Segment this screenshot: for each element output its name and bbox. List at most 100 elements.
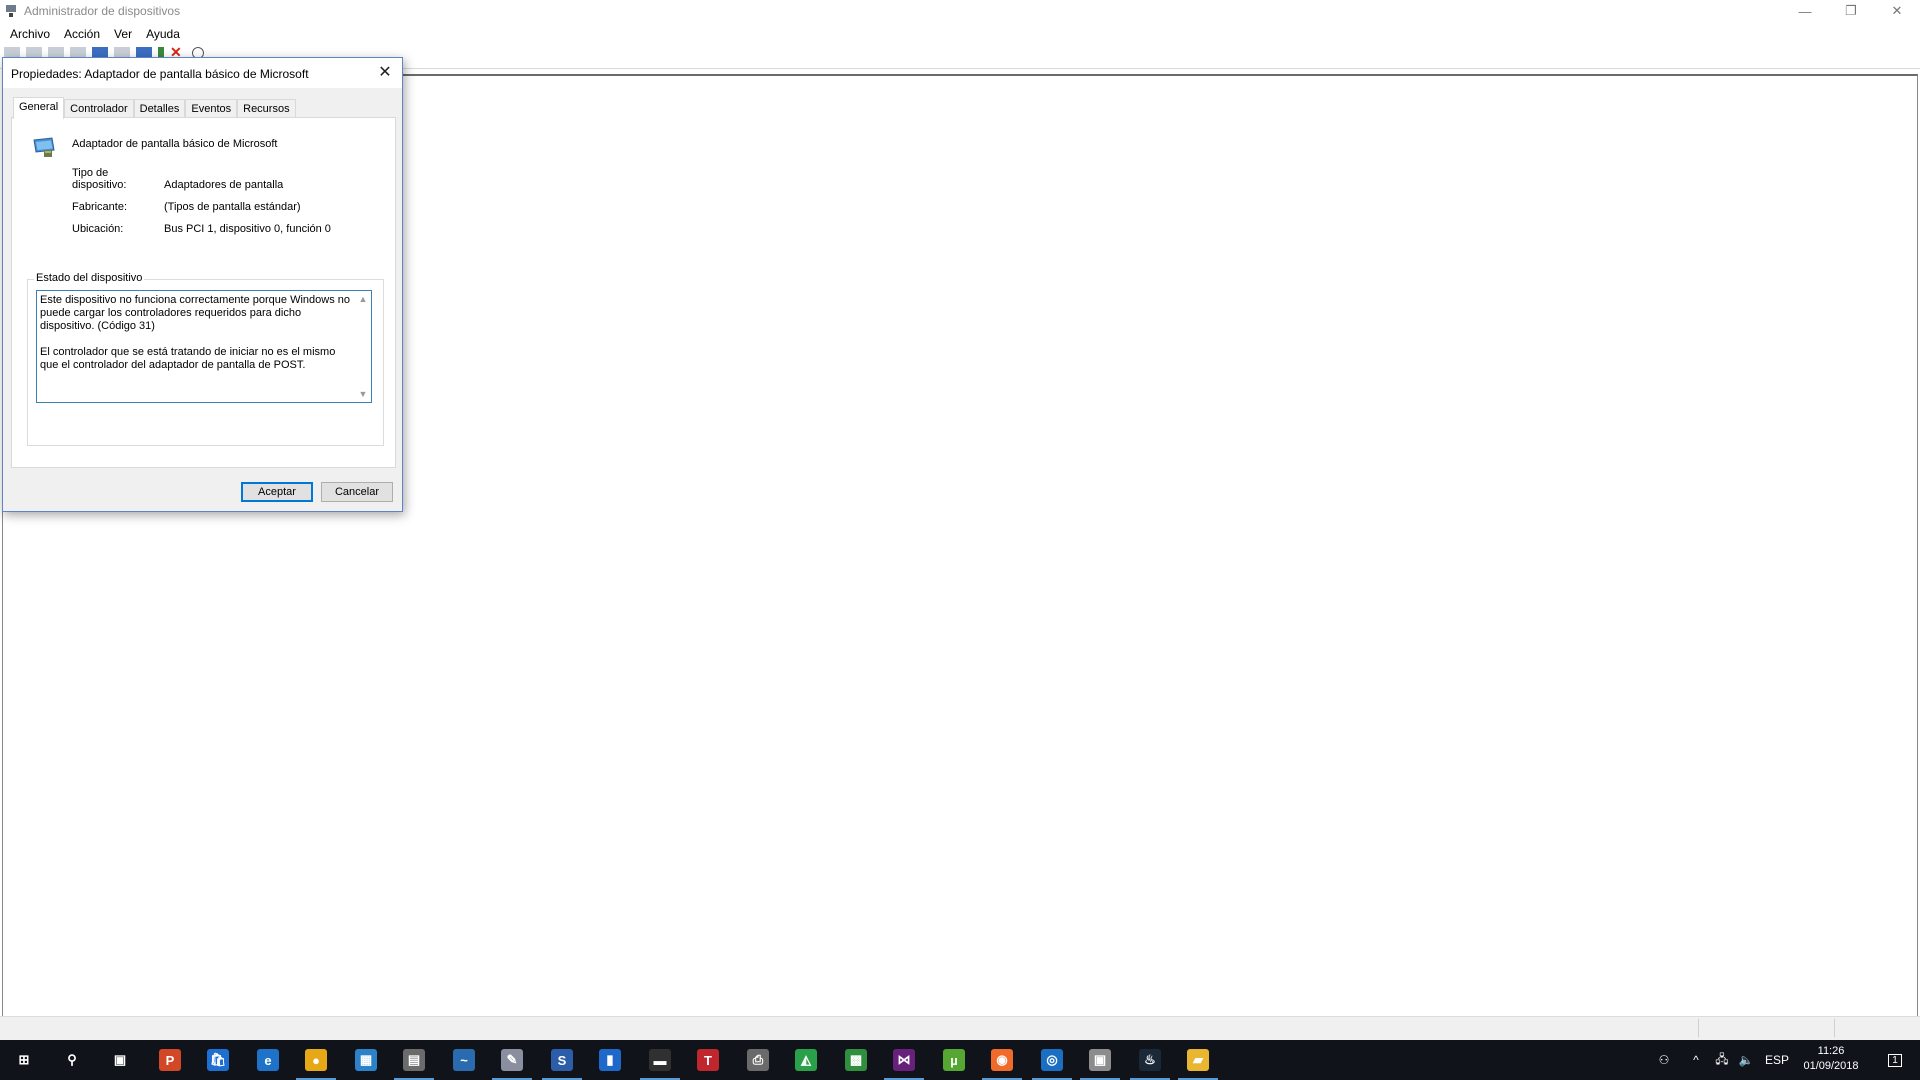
prop-value-location: Bus PCI 1, dispositivo 0, función 0: [164, 223, 331, 235]
steam-like-icon: S: [551, 1049, 573, 1071]
taskbar-wifi-app-button[interactable]: ◭: [782, 1040, 830, 1080]
taskbar-chrome-button[interactable]: ●: [292, 1040, 340, 1080]
store-icon: 🛍: [207, 1049, 229, 1071]
display-adapter-icon: [32, 134, 58, 160]
origin-icon: ◉: [991, 1049, 1013, 1071]
window-titlebar[interactable]: Administrador de dispositivos — ❐ ✕: [0, 0, 1920, 22]
app-dark-icon: ▬: [649, 1049, 671, 1071]
taskbar-dolphin-button[interactable]: ~: [440, 1040, 488, 1080]
app-t-icon: T: [697, 1049, 719, 1071]
prop-label-type: Tipo de dispositivo:: [72, 167, 127, 191]
control-panel-icon: ▦: [355, 1049, 377, 1071]
menu-ver[interactable]: Ver: [107, 27, 139, 41]
steam-icon: ♨: [1139, 1049, 1161, 1071]
taskbar-explorer-button[interactable]: ▰: [1174, 1040, 1222, 1080]
properties-dialog: Propiedades: Adaptador de pantalla básic…: [2, 57, 403, 512]
dialog-close-icon[interactable]: ✕: [376, 64, 394, 82]
taskbar-app-dark-button[interactable]: ▬: [636, 1040, 684, 1080]
device-status-group: Estado del dispositivo Este dispositivo …: [27, 272, 384, 446]
clock-date: 01/09/2018: [1803, 1060, 1859, 1072]
window-title: Administrador de dispositivos: [24, 4, 181, 18]
menu-archivo[interactable]: Archivo: [0, 27, 57, 41]
device-status-text: Este dispositivo no funciona correctamen…: [40, 294, 351, 371]
chrome-icon: ●: [305, 1049, 327, 1071]
app-tool-icon: ✎: [501, 1049, 523, 1071]
clock-time: 11:26: [1817, 1045, 1845, 1057]
menu-ayuda[interactable]: Ayuda: [139, 27, 187, 41]
tab-general[interactable]: General: [13, 97, 65, 119]
taskbar-steam-button[interactable]: ♨: [1126, 1040, 1174, 1080]
taskbar-visual-studio-button[interactable]: ⋈: [880, 1040, 928, 1080]
tab-eventos[interactable]: Eventos: [185, 99, 238, 118]
taskbar-control-panel-button[interactable]: ▦: [342, 1040, 390, 1080]
device-name: Adaptador de pantalla básico de Microsof…: [72, 138, 278, 150]
taskbar-printer-button[interactable]: ⎙: [734, 1040, 782, 1080]
clock[interactable]: 11:26 01/09/2018: [1786, 1044, 1876, 1074]
cancel-button[interactable]: Cancelar: [321, 482, 393, 502]
explorer-icon: ▰: [1187, 1049, 1209, 1071]
taskbar-calculator-button[interactable]: ▤: [390, 1040, 438, 1080]
task-view-icon: ▣: [109, 1049, 131, 1071]
prop-label-location: Ubicación:: [72, 223, 124, 235]
calculator-icon: ▤: [403, 1049, 425, 1071]
taskbar-utorrent-button[interactable]: µ: [930, 1040, 978, 1080]
tab-strip: General Controlador Detalles Eventos Rec…: [13, 97, 296, 119]
menubar: Archivo Acción Ver Ayuda: [0, 24, 187, 44]
wifi-app-icon: ◭: [795, 1049, 817, 1071]
dialog-title: Propiedades: Adaptador de pantalla básic…: [11, 67, 309, 81]
prop-value-type: Adaptadores de pantalla: [164, 179, 284, 191]
status-pane-1: [1698, 1019, 1699, 1037]
volume-icon[interactable]: 🔈: [1736, 1040, 1756, 1080]
status-pane-2: [1834, 1019, 1835, 1037]
taskbar-start-button[interactable]: ⊞: [0, 1040, 48, 1080]
taskbar-store-button[interactable]: 🛍: [194, 1040, 242, 1080]
menu-accion[interactable]: Acción: [57, 27, 107, 41]
general-tab-page: Adaptador de pantalla básico de Microsof…: [11, 117, 396, 468]
app-green-icon: ▩: [845, 1049, 867, 1071]
network-icon[interactable]: 🖧: [1712, 1040, 1732, 1080]
tab-detalles[interactable]: Detalles: [133, 99, 186, 118]
tray-chevron-icon[interactable]: ^: [1688, 1040, 1704, 1080]
close-window-button[interactable]: ✕: [1874, 0, 1920, 22]
visual-studio-icon: ⋈: [893, 1049, 915, 1071]
restore-button[interactable]: ❐: [1828, 0, 1874, 22]
tab-controlador[interactable]: Controlador: [64, 99, 134, 118]
dialog-titlebar[interactable]: Propiedades: Adaptador de pantalla básic…: [3, 58, 402, 88]
start-icon: ⊞: [13, 1049, 35, 1071]
taskbar: ⊞ ⚲ ▣ P 🛍 e ● ▦ ▤ ~ ✎ S ▮ ▬ T ⎙ ◭ ▩ ⋈ µ ◉ ◎ ▣ ♨ ▰ ⚇ ^ 🖧 🔈 ESP 11…: [0, 1040, 1920, 1080]
printer-icon: ⎙: [747, 1049, 769, 1071]
taskbar-app-box-button[interactable]: ▣: [1076, 1040, 1124, 1080]
device-manager-icon: [4, 4, 18, 18]
people-icon[interactable]: ⚇: [1652, 1040, 1676, 1080]
prop-label-manufacturer: Fabricante:: [72, 201, 128, 213]
notification-count: 1: [1888, 1053, 1902, 1067]
prop-value-manufacturer: (Tipos de pantalla estándar): [164, 201, 301, 213]
taskbar-edge-button[interactable]: e: [244, 1040, 292, 1080]
minimize-button[interactable]: —: [1782, 0, 1828, 22]
taskbar-app-tool-button[interactable]: ✎: [488, 1040, 536, 1080]
tab-recursos[interactable]: Recursos: [237, 99, 296, 118]
taskbar-app-green-button[interactable]: ▩: [832, 1040, 880, 1080]
taskbar-origin-button[interactable]: ◉: [978, 1040, 1026, 1080]
app-box-icon: ▣: [1089, 1049, 1111, 1071]
dolphin-icon: ~: [453, 1049, 475, 1071]
utorrent-icon: µ: [943, 1049, 965, 1071]
device-status-textbox[interactable]: Este dispositivo no funciona correctamen…: [36, 290, 372, 403]
scroll-down-icon[interactable]: ▼: [358, 389, 368, 399]
search-icon: ⚲: [61, 1049, 83, 1071]
notification-icon[interactable]: 1: [1880, 1040, 1910, 1080]
taskbar-steam-like-button[interactable]: S: [538, 1040, 586, 1080]
uplay-icon: ◎: [1041, 1049, 1063, 1071]
status-bar: [0, 1016, 1920, 1040]
taskbar-app-blue-button[interactable]: ▮: [586, 1040, 634, 1080]
taskbar-powerpoint-button[interactable]: P: [146, 1040, 194, 1080]
taskbar-app-t-button[interactable]: T: [684, 1040, 732, 1080]
taskbar-uplay-button[interactable]: ◎: [1028, 1040, 1076, 1080]
taskbar-search-button[interactable]: ⚲: [48, 1040, 96, 1080]
scroll-up-icon[interactable]: ▲: [358, 294, 368, 304]
powerpoint-icon: P: [159, 1049, 181, 1071]
ok-button[interactable]: Aceptar: [241, 482, 313, 502]
device-status-label: Estado del dispositivo: [34, 272, 145, 284]
edge-icon: e: [257, 1049, 279, 1071]
taskbar-task-view-button[interactable]: ▣: [96, 1040, 144, 1080]
